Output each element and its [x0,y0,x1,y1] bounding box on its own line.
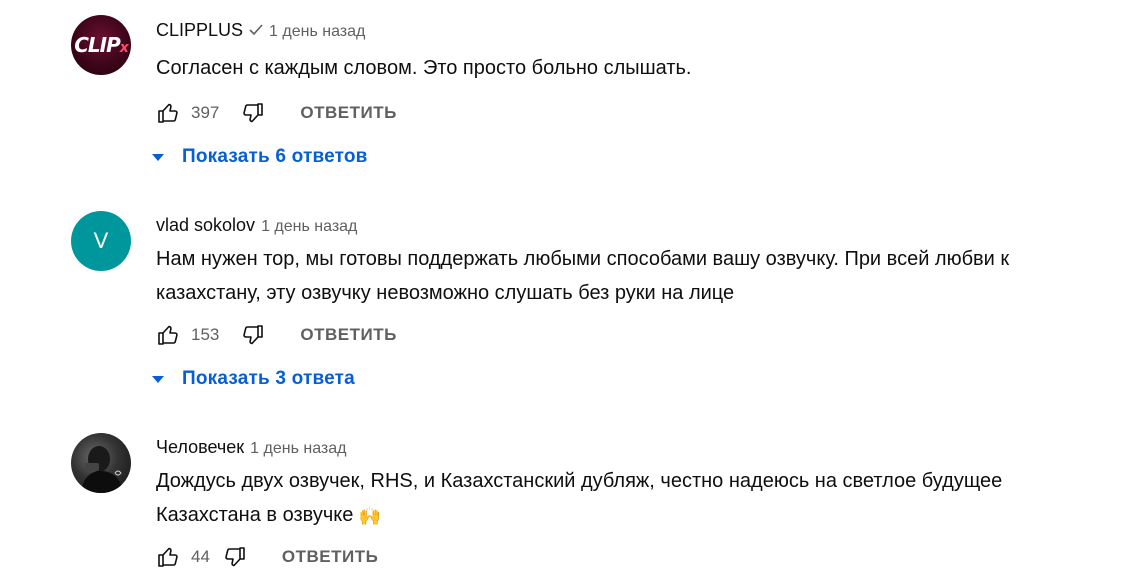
comment-text-body: Дождусь двух озвучек, RHS, и Казахстанск… [156,470,1003,526]
author-name[interactable]: CLIPPLUS [156,20,243,41]
author-name[interactable]: Человечек [156,437,244,458]
like-count: 44 [191,547,210,566]
comment-header: Человечек 1 день назад [156,437,347,458]
avatar-photo-icon [81,446,123,493]
comment-time[interactable]: 1 день назад [269,23,365,41]
raising-hands-emoji: 🙌 [358,505,382,526]
verified-check-icon [249,23,263,41]
reply-button[interactable]: ОТВЕТИТЬ [300,103,396,123]
like-icon[interactable] [156,101,180,125]
comment-text: Согласен с каждым словом. Это просто бол… [156,57,692,79]
comment-actions: 153 ОТВЕТИТЬ [156,323,397,347]
dislike-icon[interactable] [223,545,247,569]
like-icon[interactable] [156,323,180,347]
comment-time[interactable]: 1 день назад [261,218,357,236]
show-replies-button[interactable]: Показать 6 ответов [152,146,368,168]
show-replies-label: Показать 3 ответа [182,368,355,389]
avatar-logo: CLIPx [74,33,129,57]
comment-actions: 44 ОТВЕТИТЬ [156,545,378,569]
avatar[interactable]: CLIPx [71,15,131,75]
author-name[interactable]: vlad sokolov [156,215,255,236]
comment-header: vlad sokolov 1 день назад [156,215,357,236]
dislike-icon[interactable] [241,101,265,125]
show-replies-button[interactable]: Показать 3 ответа [152,368,355,390]
show-replies-label: Показать 6 ответов [182,146,368,167]
avatar[interactable] [71,433,131,493]
chevron-down-icon [152,375,164,383]
reply-button[interactable]: ОТВЕТИТЬ [300,325,396,345]
dislike-icon[interactable] [241,323,265,347]
avatar-letter: V [93,228,109,253]
comment-actions: 397 ОТВЕТИТЬ [156,101,397,125]
like-icon[interactable] [156,545,180,569]
reply-button[interactable]: ОТВЕТИТЬ [282,547,378,567]
like-count: 153 [191,325,220,344]
comment-text: Нам нужен тор, мы готовы поддержать любы… [156,248,1010,304]
comment-header: CLIPPLUS 1 день назад [156,20,365,41]
avatar[interactable]: V [71,211,131,271]
like-count: 397 [191,103,220,122]
comment-text: Дождусь двух озвучек, RHS, и Казахстанск… [156,464,1096,533]
chevron-down-icon [152,153,164,161]
comment-time[interactable]: 1 день назад [250,440,346,458]
